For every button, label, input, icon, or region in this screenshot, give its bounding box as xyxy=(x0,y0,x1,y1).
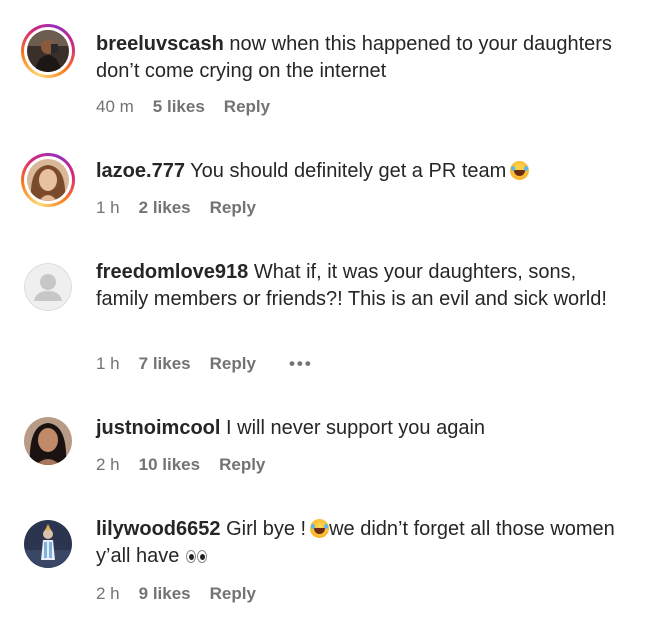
avatar-wrapper[interactable] xyxy=(21,414,75,468)
avatar-default[interactable] xyxy=(21,260,75,314)
avatar xyxy=(24,520,72,568)
avatar-wrapper[interactable] xyxy=(21,517,75,571)
likes-count[interactable]: 7 likes xyxy=(139,354,191,374)
more-options-icon[interactable]: ••• xyxy=(289,354,313,374)
comment-body: lilywood6652 Girl bye ! we didn’t forget … xyxy=(96,516,618,570)
avatar xyxy=(24,417,72,465)
likes-count[interactable]: 2 likes xyxy=(139,198,191,218)
reply-button[interactable]: Reply xyxy=(210,354,256,374)
username[interactable]: lazoe.777 xyxy=(96,160,185,182)
comment-body: freedomlove918 What if, it was your daug… xyxy=(96,259,618,313)
timestamp[interactable]: 1 h xyxy=(96,198,120,218)
reply-button[interactable]: Reply xyxy=(210,584,256,604)
reply-button[interactable]: Reply xyxy=(224,97,270,117)
face-with-tears-of-joy-icon xyxy=(510,161,530,180)
timestamp[interactable]: 2 h xyxy=(96,584,120,604)
comment-text: I will never support you again xyxy=(226,417,486,439)
comment-meta: 1 h 2 likes Reply xyxy=(96,198,275,218)
avatar xyxy=(27,159,69,201)
username[interactable]: breeluvscash xyxy=(96,33,224,55)
comment-body: justnoimcool I will never support you ag… xyxy=(96,415,618,442)
default-avatar-icon xyxy=(24,263,72,311)
reply-button[interactable]: Reply xyxy=(210,198,256,218)
likes-count[interactable]: 9 likes xyxy=(139,584,191,604)
comment-text: You should definitely get a PR team xyxy=(190,160,507,182)
timestamp[interactable]: 40 m xyxy=(96,97,134,117)
comment-meta: 2 h 10 likes Reply xyxy=(96,455,284,475)
username[interactable]: lilywood6652 xyxy=(96,518,221,540)
avatar-story-ring[interactable] xyxy=(21,24,75,78)
likes-count[interactable]: 10 likes xyxy=(139,455,200,475)
comment-meta: 2 h 9 likes Reply xyxy=(96,584,275,604)
username[interactable]: freedomlove918 xyxy=(96,261,248,283)
comment-body: lazoe.777 You should definitely get a PR… xyxy=(96,158,618,185)
comment-meta: 40 m 5 likes Reply xyxy=(96,97,289,117)
face-with-tears-of-joy-icon xyxy=(310,519,330,538)
comment-meta: 1 h 7 likes Reply ••• xyxy=(96,354,332,374)
comment-text-part-1: Girl bye ! xyxy=(226,518,307,540)
username[interactable]: justnoimcool xyxy=(96,417,220,439)
avatar-story-ring[interactable] xyxy=(21,153,75,207)
avatar xyxy=(27,30,69,72)
eyes-icon xyxy=(185,549,209,563)
comment-body: breeluvscash now when this happened to y… xyxy=(96,31,618,85)
timestamp[interactable]: 2 h xyxy=(96,455,120,475)
reply-button[interactable]: Reply xyxy=(219,455,265,475)
timestamp[interactable]: 1 h xyxy=(96,354,120,374)
likes-count[interactable]: 5 likes xyxy=(153,97,205,117)
